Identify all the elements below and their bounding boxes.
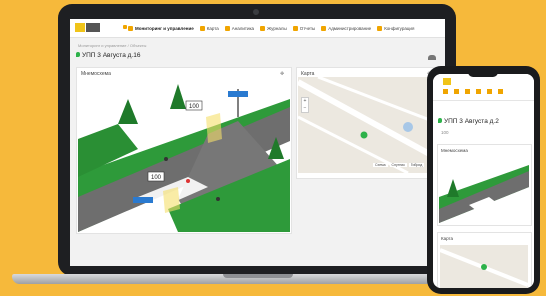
- map-pond: [403, 122, 413, 132]
- logo-badge: [86, 23, 100, 32]
- menu-item-reports[interactable]: Отчеты: [292, 25, 316, 31]
- page-title: УПП 3 Августа д.16: [76, 52, 140, 59]
- chart-icon: [224, 25, 230, 31]
- phone-scene-title: Мнемосхема: [441, 148, 468, 153]
- menu-item-config[interactable]: Конфигурация: [377, 25, 415, 31]
- menu-item-logs[interactable]: Журналы: [260, 25, 287, 31]
- book-icon: [260, 25, 266, 31]
- chart-icon[interactable]: [465, 89, 470, 94]
- menu-label: Отчеты: [299, 25, 316, 31]
- menu-item-admin[interactable]: Администрирование: [321, 25, 372, 31]
- phone-title-text: УПП 3 Августа д.2: [444, 118, 499, 125]
- light-beam-2: [206, 113, 222, 143]
- intersection-scene: 100 100: [78, 79, 290, 232]
- pedestrian-2: [186, 179, 190, 183]
- webcam: [253, 9, 259, 15]
- menu-label: Конфигурация: [384, 25, 415, 31]
- phone-menu-icons: [443, 89, 503, 94]
- menu-label: Администрирование: [328, 25, 372, 31]
- page-title-text: УПП 3 Августа д.16: [82, 52, 141, 59]
- expand-icon[interactable]: ✥: [280, 71, 284, 77]
- gear-icon[interactable]: [498, 89, 503, 94]
- menu-label: Аналитика: [231, 25, 255, 31]
- monitor-icon: [128, 25, 133, 31]
- document-icon: [292, 25, 298, 31]
- laptop-screen: Мониторинг и управление Карта Аналитика …: [70, 19, 445, 266]
- menu-item-map[interactable]: Карта: [199, 25, 219, 31]
- wrench-icon: [377, 25, 383, 31]
- light-beam: [163, 187, 180, 213]
- menu-item-monitoring[interactable]: Мониторинг и управление: [128, 25, 194, 31]
- scene-card-title: Мнемосхема: [81, 71, 111, 77]
- pedestrian-3: [216, 197, 220, 201]
- zoom-control[interactable]: + −: [301, 97, 309, 113]
- laptop-notch: [223, 274, 293, 278]
- header-quick-icons: [123, 25, 127, 29]
- breadcrumb[interactable]: Мониторинг и управление / Объекты: [78, 43, 146, 48]
- mnemonic-scheme-card: Мнемосхема ✥ 100 100: [76, 67, 292, 234]
- phone-logo[interactable]: [443, 78, 451, 85]
- speed-sign-1: 100: [189, 104, 200, 110]
- phone-subtitle: 100: [441, 130, 449, 135]
- phone-notch: [468, 70, 498, 77]
- menu-label: Мониторинг и управление: [135, 25, 194, 31]
- phone-map-card: Карта: [437, 232, 532, 288]
- phone-map-view[interactable]: [439, 245, 529, 288]
- map-marker: [481, 264, 487, 270]
- map-canvas: [298, 77, 435, 173]
- map-view[interactable]: + − Схема Спутник Гибрид: [298, 77, 435, 173]
- road-sign-blue: [228, 91, 248, 97]
- users-icon[interactable]: [428, 55, 436, 60]
- document-icon[interactable]: [487, 89, 492, 94]
- map-tab-hybrid[interactable]: Гибрид: [408, 163, 425, 167]
- phone-scene: [439, 165, 529, 223]
- phone-scene-card: Мнемосхема: [437, 144, 532, 226]
- road-sign-blue-2: [133, 197, 153, 203]
- app-header: Мониторинг и управление Карта Аналитика …: [70, 19, 445, 38]
- main-menu: Мониторинг и управление Карта Аналитика …: [128, 22, 414, 34]
- map-type-tabs: Схема Спутник Гибрид: [373, 163, 425, 167]
- speed-sign-2: 100: [151, 175, 162, 181]
- monitor-icon[interactable]: [443, 89, 448, 94]
- phone-page-title: УПП 3 Августа д.2: [438, 118, 499, 125]
- menu-label: Журналы: [267, 25, 287, 31]
- map-tab-satellite[interactable]: Спутник: [389, 163, 407, 167]
- map-icon[interactable]: [454, 89, 459, 94]
- phone-header: [433, 74, 534, 101]
- location-pin-icon: [438, 118, 442, 123]
- book-icon[interactable]: [476, 89, 481, 94]
- menu-label: Карта: [206, 25, 219, 31]
- menu-item-analytics[interactable]: Аналитика: [224, 25, 255, 31]
- location-pin-icon: [76, 52, 80, 57]
- phone-map-title: Карта: [441, 236, 454, 241]
- app-logo[interactable]: [75, 23, 85, 32]
- phone-map-canvas: [439, 248, 529, 287]
- pedestrian-1: [164, 157, 168, 161]
- map-icon: [199, 25, 205, 31]
- gear-icon: [321, 25, 327, 31]
- map-tab-scheme[interactable]: Схема: [373, 163, 388, 167]
- map-marker: [360, 131, 368, 139]
- phone-screen: УПП 3 Августа д.2 100 Мнемосхема Карта: [433, 74, 534, 288]
- lock-icon[interactable]: [123, 25, 127, 29]
